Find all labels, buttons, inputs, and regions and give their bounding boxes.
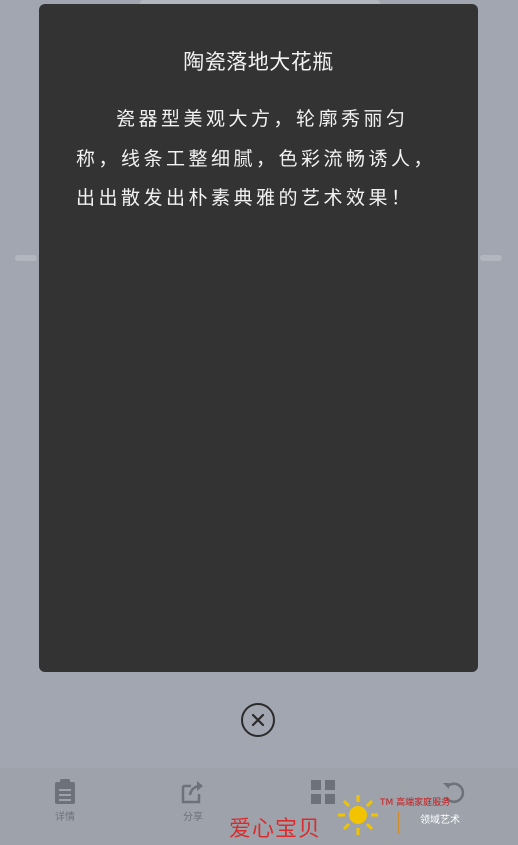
modal-description: 瓷器型美观大方，轮廓秀丽匀称，线条工整细腻，色彩流畅诱人，出出散发出朴素典雅的艺… [76, 108, 437, 209]
toolbar-label-share: 分享 [183, 812, 203, 823]
watermark-tm-text: TM 高端家庭服务 [380, 798, 451, 808]
background-text-line [480, 255, 502, 261]
modal-title: 陶瓷落地大花瓶 [183, 50, 334, 74]
close-button[interactable] [241, 703, 275, 737]
grid-icon [311, 780, 335, 804]
watermark-wechat-text: 领域艺术 [420, 815, 460, 826]
toolbar-label-details: 详情 [55, 812, 75, 823]
sun-logo-icon [338, 795, 378, 835]
share-icon [181, 781, 203, 804]
close-circle-icon [251, 713, 265, 727]
clipboard-icon [55, 779, 75, 804]
watermark-text: 爱心宝贝 [229, 817, 322, 842]
toolbar-item-share[interactable]: 分享 [163, 778, 223, 823]
product-detail-modal: 陶瓷落地大花瓶 瓷器型美观大方，轮廓秀丽匀称，线条工整细腻，色彩流畅诱人，出出散… [39, 4, 478, 672]
background-text-line [15, 255, 37, 261]
toolbar-item-details[interactable]: 详情 [35, 778, 95, 823]
watermark-divider [398, 812, 399, 834]
